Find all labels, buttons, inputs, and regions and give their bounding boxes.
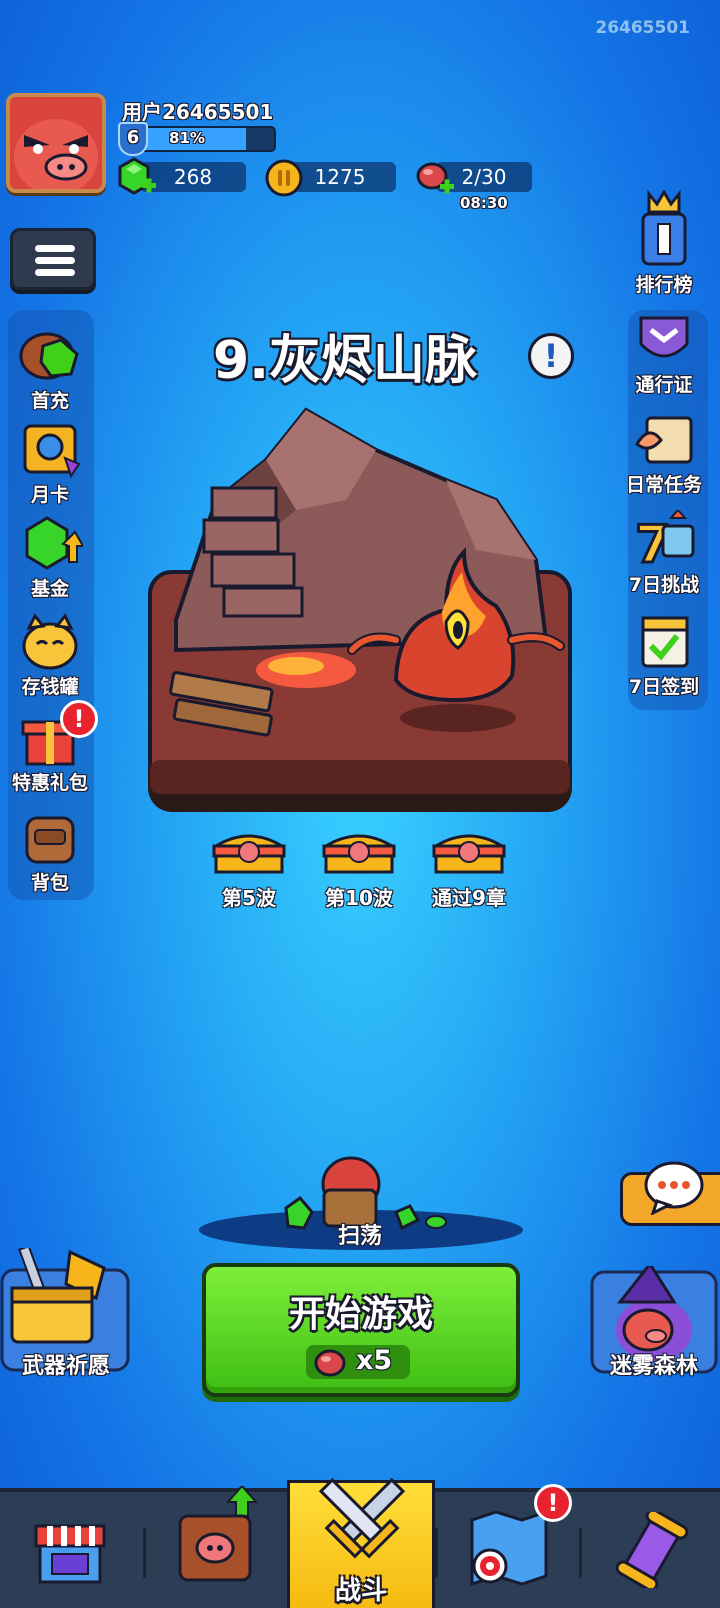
stamina-value: 2/30 xyxy=(461,165,507,189)
coins-value: 1275 xyxy=(314,165,366,189)
scroll-icon xyxy=(616,1512,688,1588)
chat-bubble-icon xyxy=(644,1161,704,1215)
menu-fund[interactable]: 基金 xyxy=(0,514,100,601)
menu-leaderboard[interactable]: 排行榜 xyxy=(614,189,714,297)
backpack-icon xyxy=(25,816,75,864)
start-game-button[interactable]: 开始游戏 x5 xyxy=(202,1263,520,1397)
menu-monthly-card-label: 月卡 xyxy=(30,484,69,506)
reward-chapter-9[interactable]: 通过9章 xyxy=(414,826,524,911)
daily-task-icon xyxy=(635,416,693,464)
reward-label: 第10波 xyxy=(325,886,393,910)
coin-icon xyxy=(265,159,303,197)
level-badge: 6 xyxy=(118,122,148,156)
shop-icon xyxy=(34,1524,106,1584)
reward-chest-icon xyxy=(432,834,506,874)
gems-value: 268 xyxy=(173,165,213,189)
equipment-icon xyxy=(178,1486,259,1582)
reward-wave-5[interactable]: 第5波 xyxy=(194,826,304,911)
bottom-nav: 战斗 ! xyxy=(0,1477,720,1608)
menu-leaderboard-label: 排行榜 xyxy=(635,274,693,296)
player-avatar[interactable] xyxy=(6,93,106,193)
menu-daily-task[interactable]: 日常任务 xyxy=(614,410,714,497)
nav-scroll[interactable] xyxy=(580,1492,720,1608)
menu-seven-day-signin[interactable]: 7日签到 xyxy=(614,612,714,699)
hamburger-icon xyxy=(35,245,75,252)
meat-stamina-icon xyxy=(314,1349,346,1377)
menu-backpack[interactable]: 背包 xyxy=(0,808,100,895)
stage-map-volcano[interactable] xyxy=(146,400,576,820)
reward-chest-icon xyxy=(322,834,396,874)
reward-chest-icon xyxy=(212,834,286,874)
start-cost: x5 xyxy=(306,1345,410,1379)
sweep-label: 扫荡 xyxy=(337,1224,382,1249)
map-target-icon xyxy=(470,1510,548,1587)
map-alert-badge: ! xyxy=(534,1484,572,1522)
menu-daily-task-label: 日常任务 xyxy=(625,474,702,496)
chat-button[interactable] xyxy=(620,1161,720,1226)
mist-forest-button[interactable]: 迷雾森林 xyxy=(590,1261,718,1382)
menu-fund-label: 基金 xyxy=(30,578,69,600)
seven-day-signin-icon xyxy=(641,616,689,668)
nav-equipment[interactable] xyxy=(144,1486,288,1608)
mist-forest-label: 迷雾森林 xyxy=(609,1354,698,1379)
weapon-wish-button[interactable]: 武器祈愿 xyxy=(0,1244,132,1382)
piggy-bank-icon xyxy=(22,613,78,670)
main-menu-button[interactable] xyxy=(10,228,96,290)
leaderboard-icon xyxy=(641,189,687,266)
corner-user-id: 26465501 xyxy=(595,18,690,38)
weapon-wish-label: 武器祈愿 xyxy=(21,1354,110,1379)
menu-backpack-label: 背包 xyxy=(30,872,69,894)
menu-monthly-card[interactable]: 月卡 xyxy=(0,420,100,507)
reward-wave-10[interactable]: 第10波 xyxy=(304,826,414,911)
nav-shop[interactable] xyxy=(0,1492,144,1608)
reward-label: 第5波 xyxy=(222,886,276,910)
gift-pack-alert-badge: ! xyxy=(60,700,98,738)
nav-battle[interactable]: 战斗 xyxy=(287,1477,435,1608)
menu-gift-pack-label: 特惠礼包 xyxy=(11,772,88,794)
stage-info-button[interactable]: ! xyxy=(528,333,574,379)
fund-icon xyxy=(25,516,85,570)
menu-seven-day-challenge[interactable]: 7 7日挑战 xyxy=(614,508,714,597)
meat-stamina-icon xyxy=(416,162,454,194)
username: 用户26465501 xyxy=(122,100,274,124)
menu-piggy-bank-label: 存钱罐 xyxy=(21,676,79,698)
reward-label: 通过9章 xyxy=(432,886,506,910)
nav-battle-label: 战斗 xyxy=(334,1576,387,1606)
stamina-timer: 08:30 xyxy=(460,194,508,212)
menu-seven-day-challenge-label: 7日挑战 xyxy=(628,574,700,596)
stage-title: 9.灰烬山脉 xyxy=(213,331,477,391)
battle-swords-icon xyxy=(318,1477,406,1559)
menu-piggy-bank[interactable]: 存钱罐 xyxy=(0,612,100,699)
menu-seven-day-signin-label: 7日签到 xyxy=(628,676,700,698)
start-game-label: 开始游戏 xyxy=(288,1294,433,1335)
gem-icon xyxy=(118,157,156,195)
monthly-card-icon xyxy=(23,424,81,479)
start-cost-value: x5 xyxy=(356,1345,393,1376)
seven-day-challenge-icon: 7 xyxy=(634,508,695,577)
